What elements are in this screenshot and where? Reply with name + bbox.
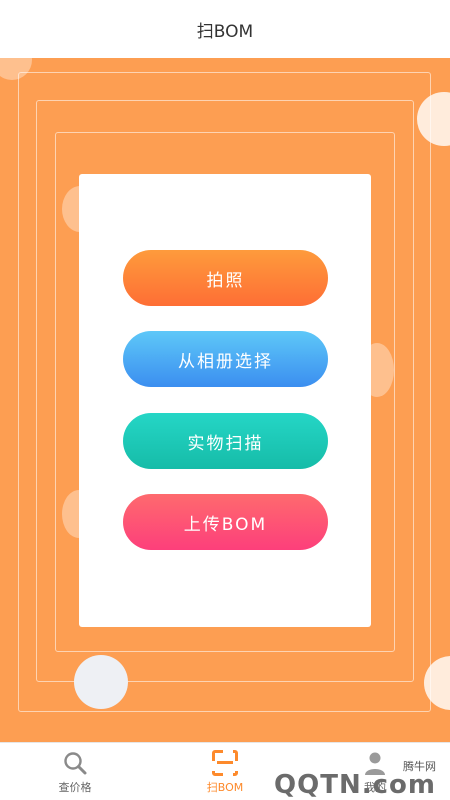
- upload-bom-button[interactable]: 上传BOM: [123, 494, 328, 550]
- scan-stage: 拍照 从相册选择 实物扫描 上传BOM: [0, 58, 450, 742]
- tab-check-price[interactable]: 查价格: [0, 743, 150, 800]
- decor-bubble: [74, 655, 128, 709]
- choose-from-album-button[interactable]: 从相册选择: [123, 331, 328, 387]
- site-watermark: 腾牛网 QQTN.com: [236, 750, 446, 800]
- take-photo-button[interactable]: 拍照: [123, 250, 328, 306]
- scan-icon: [212, 749, 238, 776]
- action-card: 拍照 从相册选择 实物扫描 上传BOM: [79, 174, 371, 627]
- tab-label: 查价格: [58, 780, 92, 794]
- watermark-logo: QQTN.com: [274, 770, 436, 800]
- object-scan-button[interactable]: 实物扫描: [123, 413, 328, 469]
- top-bar: 扫BOM: [0, 0, 450, 58]
- search-icon: [62, 750, 88, 776]
- page-title: 扫BOM: [196, 21, 254, 42]
